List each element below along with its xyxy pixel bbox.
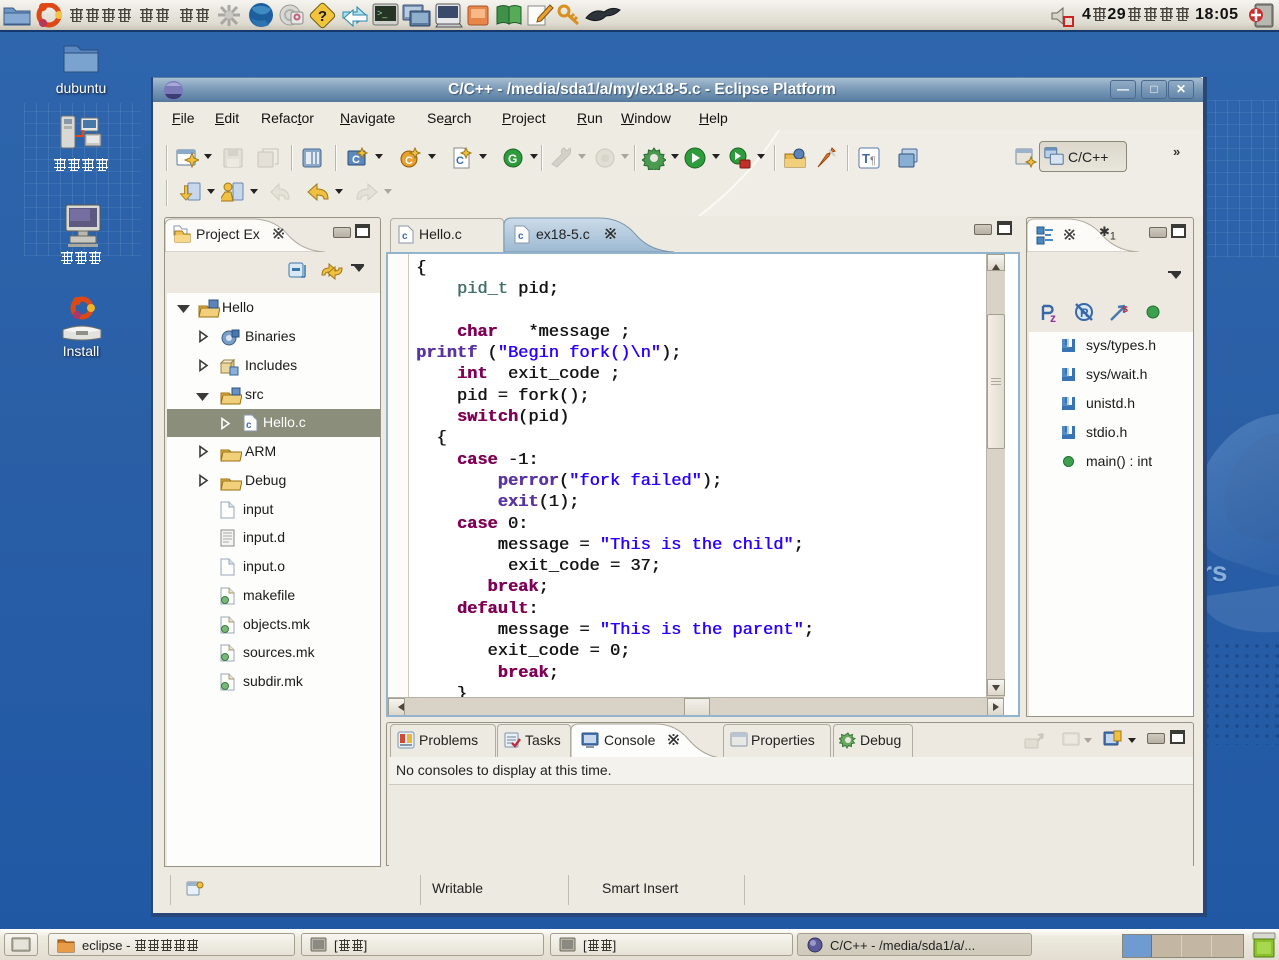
svg-text:?: ? <box>318 8 327 25</box>
svg-text:G: G <box>508 152 517 166</box>
svg-text:s: s <box>1122 303 1128 315</box>
svg-text:z: z <box>1050 311 1056 324</box>
svg-text:>_: >_ <box>377 8 388 18</box>
svg-text:C: C <box>352 154 360 166</box>
svg-text:T: T <box>862 151 870 166</box>
svg-text:c: c <box>518 231 524 242</box>
svg-text:c: c <box>402 231 408 242</box>
svg-text:C: C <box>456 155 464 167</box>
svg-text:¶: ¶ <box>870 155 876 167</box>
svg-text:C: C <box>405 155 413 167</box>
